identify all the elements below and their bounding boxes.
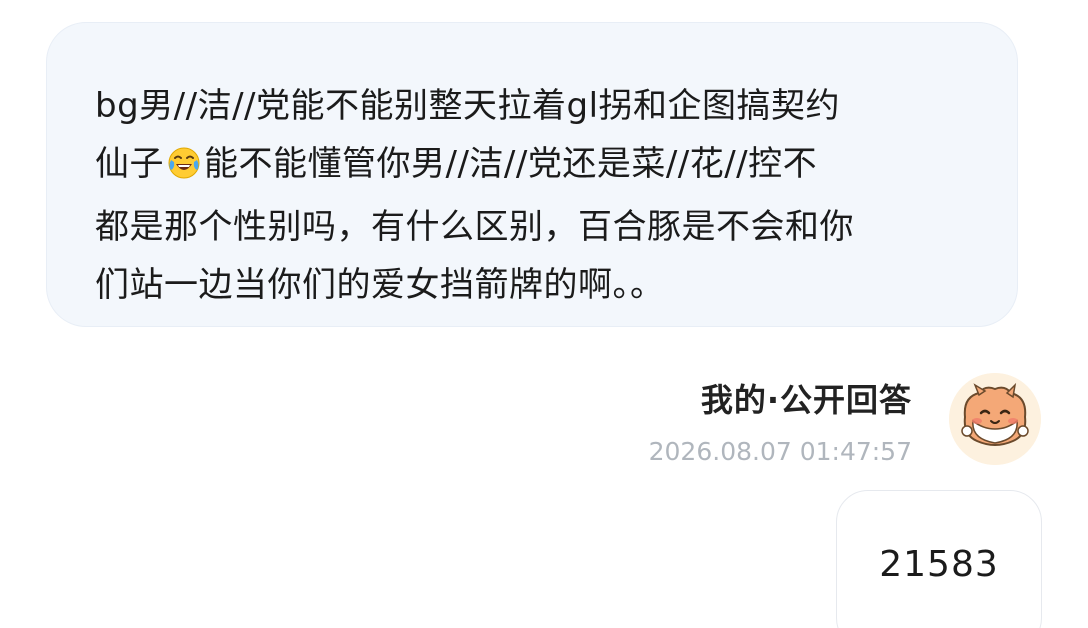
tears-of-joy-emoji-icon: [167, 140, 201, 198]
chat-page: bg男//洁//党能不能别整天拉着gl拐和企图搞契约 仙子 能不能懂管你男//洁…: [0, 0, 1088, 628]
answer-timestamp: 2026.08.07 01:47:57: [648, 437, 912, 466]
question-line-3: 都是那个性别吗，有什么区别，百合豚是不会和你: [95, 207, 854, 247]
answer-title: 我的·公开回答: [700, 381, 912, 419]
avatar[interactable]: [949, 373, 1041, 465]
question-line-2: 仙子 能不能懂管你男//洁//党还是菜//花//控不: [95, 135, 977, 198]
answer-meta: 我的·公开回答 2026.08.07 01:47:57: [649, 378, 912, 468]
question-line-2-end: 能不能懂管你男//洁//党还是菜//花//控不: [204, 144, 818, 184]
question-line-4: 们站一边当你们的爱女挡箭牌的啊。。: [95, 265, 665, 305]
answer-content: 21583: [879, 544, 999, 585]
question-bubble[interactable]: bg男//洁//党能不能别整天拉着gl拐和企图搞契约 仙子 能不能懂管你男//洁…: [46, 22, 1018, 327]
answer-bubble[interactable]: 21583: [836, 490, 1042, 628]
question-text: bg男//洁//党能不能别整天拉着gl拐和企图搞契约 仙子 能不能懂管你男//洁…: [95, 77, 977, 314]
question-line-2-start: 仙子: [95, 144, 164, 184]
question-line-1: bg男//洁//党能不能别整天拉着gl拐和企图搞契约: [95, 86, 841, 126]
hamster-avatar-icon: [949, 373, 1041, 465]
